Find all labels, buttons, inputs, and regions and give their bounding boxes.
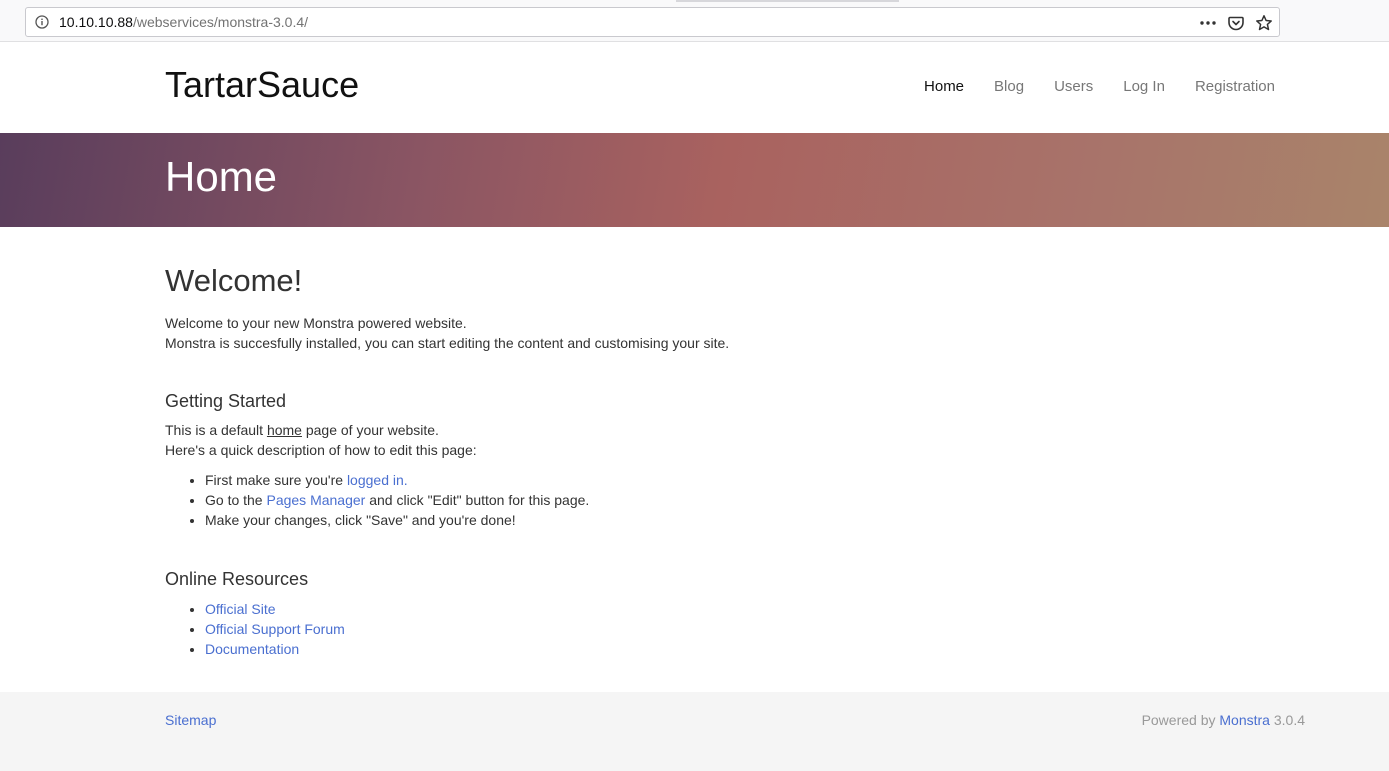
url-host: 10.10.10.88 <box>59 14 133 30</box>
nav-home[interactable]: Home <box>924 78 964 95</box>
bookmark-star-icon[interactable] <box>1255 14 1273 32</box>
url-text[interactable]: 10.10.10.88/webservices/monstra-3.0.4/ <box>59 14 308 30</box>
support-forum-link[interactable]: Official Support Forum <box>205 621 345 637</box>
nav-log-in[interactable]: Log In <box>1123 78 1165 95</box>
version-text: 3.0.4 <box>1269 712 1305 728</box>
steps-list: First make sure you're logged in. Go to … <box>205 470 1225 530</box>
powered-by: Powered by Monstra 3.0.4 <box>1142 712 1305 728</box>
list-item: First make sure you're logged in. <box>205 470 1225 490</box>
online-resources-heading: Online Resources <box>165 569 309 589</box>
getting-started-heading: Getting Started <box>165 391 287 411</box>
step-2-post: and click "Edit" button for this page. <box>365 492 590 508</box>
main-content: Welcome! Welcome to your new Monstra pow… <box>165 227 1225 659</box>
main-nav: Home Blog Users Log In Registration <box>924 78 1275 95</box>
tab-indicator <box>676 0 899 2</box>
list-item: Official Site <box>205 599 1225 619</box>
official-site-link[interactable]: Official Site <box>205 601 276 617</box>
pages-manager-link[interactable]: Pages Manager <box>266 492 365 508</box>
more-icon[interactable] <box>1199 14 1217 32</box>
list-item: Make your changes, click "Save" and you'… <box>205 510 1225 530</box>
gs-line-1-post: page of your website. <box>301 422 439 438</box>
info-icon[interactable] <box>35 15 49 29</box>
gs-line-1-pre: This is a default <box>165 422 267 438</box>
browser-toolbar: 10.10.10.88/webservices/monstra-3.0.4/ <box>0 0 1389 42</box>
url-bar[interactable]: 10.10.10.88/webservices/monstra-3.0.4/ <box>25 7 1280 37</box>
nav-blog[interactable]: Blog <box>994 78 1024 95</box>
site-header: TartarSauce Home Blog Users Log In Regis… <box>0 42 1389 133</box>
welcome-line-1: Welcome to your new Monstra powered webs… <box>165 315 467 331</box>
page-title: Home <box>165 153 278 200</box>
logged-in-link[interactable]: logged in. <box>347 472 408 488</box>
hero-banner: Home <box>0 133 1389 227</box>
nav-users[interactable]: Users <box>1054 78 1093 95</box>
site-footer: Sitemap Powered by Monstra 3.0.4 <box>0 692 1389 771</box>
gs-line-2: Here's a quick description of how to edi… <box>165 442 477 458</box>
step-3-text: Make your changes, click "Save" and you'… <box>205 512 516 528</box>
welcome-text: Welcome to your new Monstra powered webs… <box>165 313 1225 353</box>
documentation-link[interactable]: Documentation <box>205 641 299 657</box>
step-2-pre: Go to the <box>205 492 267 508</box>
list-item: Documentation <box>205 639 1225 659</box>
powered-by-text: Powered by <box>1141 712 1220 728</box>
welcome-line-2: Monstra is succesfully installed, you ca… <box>165 335 730 351</box>
url-actions <box>1199 12 1273 34</box>
getting-started-text: This is a default home page of your webs… <box>165 420 1225 460</box>
list-item: Official Support Forum <box>205 619 1225 639</box>
step-1-text: First make sure you're <box>205 472 347 488</box>
pocket-icon[interactable] <box>1227 14 1245 32</box>
site-brand[interactable]: TartarSauce <box>165 64 359 106</box>
url-path: /webservices/monstra-3.0.4/ <box>132 14 309 30</box>
monstra-link[interactable]: Monstra <box>1219 712 1270 728</box>
list-item: Go to the Pages Manager and click "Edit"… <box>205 490 1225 510</box>
sitemap-link[interactable]: Sitemap <box>165 712 216 728</box>
home-link[interactable]: home <box>267 422 302 438</box>
resources-list: Official Site Official Support Forum Doc… <box>205 599 1225 659</box>
nav-registration[interactable]: Registration <box>1195 78 1275 95</box>
welcome-heading: Welcome! <box>165 263 303 298</box>
